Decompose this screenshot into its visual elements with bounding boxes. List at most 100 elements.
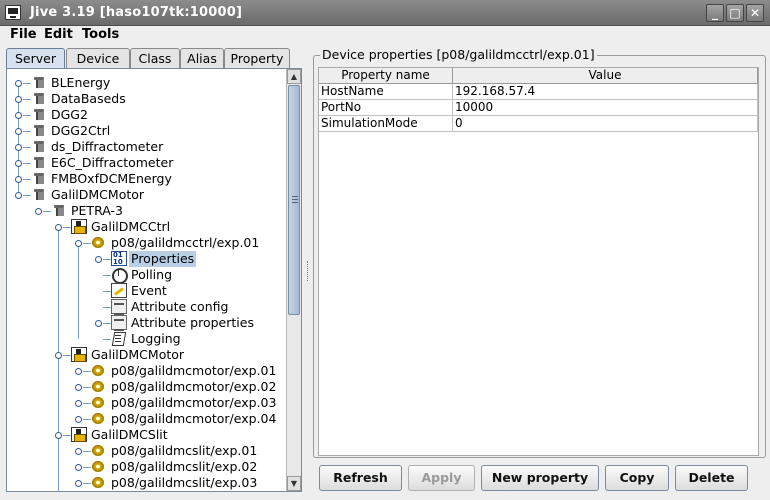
tree-server-node[interactable]: GalilDMCMotor bbox=[7, 187, 287, 203]
tree-expand-handle-icon[interactable] bbox=[75, 448, 82, 455]
copy-button[interactable]: Copy bbox=[605, 465, 669, 491]
tree-expand-handle-icon[interactable] bbox=[75, 464, 82, 471]
tree-class-node[interactable]: GalilDMCCtrl bbox=[7, 219, 287, 235]
tree-instance-node[interactable]: PETRA-3 bbox=[7, 203, 287, 219]
column-header-property-name[interactable]: Property name bbox=[319, 68, 453, 84]
tree-node-label[interactable]: GalilDMCCtrl bbox=[89, 219, 172, 235]
table-cell-value[interactable]: 0 bbox=[453, 116, 758, 132]
tree-device-child[interactable]: Polling bbox=[7, 267, 287, 284]
tree-expand-handle-icon[interactable] bbox=[15, 128, 22, 135]
menu-file[interactable]: File bbox=[10, 27, 37, 42]
tree-device-node[interactable]: p08/galildmcslit/exp.03 bbox=[7, 475, 287, 491]
tab-alias[interactable]: Alias bbox=[180, 48, 224, 69]
table-cell-name[interactable]: SimulationMode bbox=[319, 116, 453, 132]
tree-node-label[interactable]: p08/galildmcmotor/exp.04 bbox=[109, 411, 278, 427]
tab-property[interactable]: Property bbox=[224, 48, 290, 69]
tree-expand-handle-icon[interactable] bbox=[15, 96, 22, 103]
tree-device-node[interactable]: p08/galildmcmotor/exp.02 bbox=[7, 379, 287, 395]
tree-server-node[interactable]: DGG2 bbox=[7, 107, 287, 123]
tree-node-label[interactable]: PETRA-3 bbox=[69, 203, 125, 219]
tree-expand-handle-icon[interactable] bbox=[95, 320, 102, 327]
tree-node-label[interactable]: Attribute config bbox=[129, 299, 230, 315]
tree-node-label[interactable]: p08/galildmcmotor/exp.03 bbox=[109, 395, 278, 411]
tree-class-node[interactable]: GalilDMCMotor bbox=[7, 347, 287, 363]
tree-device-node[interactable]: p08/galildmcmotor/exp.04 bbox=[7, 411, 287, 427]
table-cell-value[interactable]: 10000 bbox=[453, 100, 758, 116]
tree-node-label[interactable]: p08/galildmcctrl/exp.01 bbox=[109, 235, 261, 251]
tree-vertical-scrollbar[interactable]: ▲ ▼ bbox=[286, 69, 301, 491]
tree-device-node[interactable]: p08/galildmcslit/exp.01 bbox=[7, 443, 287, 459]
tree-node-label[interactable]: GalilDMCSlit bbox=[89, 427, 170, 443]
maximize-button[interactable]: □ bbox=[726, 4, 744, 22]
table-cell-name[interactable]: PortNo bbox=[319, 100, 453, 116]
tree-node-label[interactable]: FMBOxfDCMEnergy bbox=[49, 171, 174, 187]
tree-node-label[interactable]: DataBaseds bbox=[49, 91, 128, 107]
tree-server-node[interactable]: BLEnergy bbox=[7, 75, 287, 91]
tree-node-label[interactable]: p08/galildmcmotor/exp.02 bbox=[109, 379, 278, 395]
tree-node-label[interactable]: BLEnergy bbox=[49, 75, 112, 91]
refresh-button[interactable]: Refresh bbox=[319, 465, 402, 491]
tree-device-node[interactable]: p08/galildmcmotor/exp.01 bbox=[7, 363, 287, 379]
tree-device-child[interactable]: Properties bbox=[7, 251, 287, 267]
tree-expand-handle-icon[interactable] bbox=[15, 160, 22, 167]
tree-server-node[interactable]: ds_Diffractometer bbox=[7, 139, 287, 155]
tree-expand-handle-icon[interactable] bbox=[55, 352, 62, 359]
tree-expand-handle-icon[interactable] bbox=[55, 432, 62, 439]
tree-expand-handle-icon[interactable] bbox=[15, 80, 22, 87]
tree-device-child[interactable]: Attribute config bbox=[7, 299, 287, 315]
apply-button[interactable]: Apply bbox=[408, 465, 475, 491]
tree-device-node[interactable]: p08/galildmcctrl/exp.01 bbox=[7, 235, 287, 251]
tree-node-label[interactable]: Logging bbox=[129, 331, 183, 347]
tree-server-node[interactable]: E6C_Diffractometer bbox=[7, 155, 287, 171]
tree-server-node[interactable]: DGG2Ctrl bbox=[7, 123, 287, 139]
scroll-up-arrow-icon[interactable]: ▲ bbox=[287, 69, 301, 84]
tree-expand-handle-icon[interactable] bbox=[75, 384, 82, 391]
tree-node-label[interactable]: Attribute properties bbox=[129, 315, 256, 331]
menu-tools[interactable]: Tools bbox=[82, 27, 119, 42]
table-cell-value[interactable]: 192.168.57.4 bbox=[453, 84, 758, 100]
tree-device-child[interactable]: Event bbox=[7, 283, 287, 299]
tree-device-child[interactable]: Attribute properties bbox=[7, 315, 287, 331]
table-cell-name[interactable]: HostName bbox=[319, 84, 453, 100]
tree-expand-handle-icon[interactable] bbox=[35, 208, 42, 215]
tree-node-label[interactable]: p08/galildmcslit/exp.02 bbox=[109, 459, 259, 475]
tree-node-label[interactable]: GalilDMCMotor bbox=[89, 347, 186, 363]
tree-node-label[interactable]: E6C_Diffractometer bbox=[49, 155, 175, 171]
minimize-button[interactable]: _ bbox=[706, 4, 724, 22]
delete-button[interactable]: Delete bbox=[675, 465, 748, 491]
tree-device-child[interactable]: Logging bbox=[7, 331, 287, 347]
tree-expand-handle-icon[interactable] bbox=[55, 224, 62, 231]
tree-node-label[interactable]: DGG2 bbox=[49, 107, 90, 123]
tree-expand-handle-icon[interactable] bbox=[15, 144, 22, 151]
tree-node-label[interactable]: GalilDMCMotor bbox=[49, 187, 146, 203]
tree-expand-handle-icon[interactable] bbox=[95, 256, 102, 263]
menu-edit[interactable]: Edit bbox=[44, 27, 73, 42]
tree-expand-handle-icon[interactable] bbox=[15, 176, 22, 183]
tree-expand-handle-icon[interactable] bbox=[75, 400, 82, 407]
tree-server-node[interactable]: DataBaseds bbox=[7, 91, 287, 107]
tree-node-label[interactable]: p08/galildmcslit/exp.01 bbox=[109, 443, 259, 459]
tree-node-label[interactable]: Properties bbox=[129, 251, 197, 267]
tree-node-label[interactable]: Polling bbox=[129, 267, 174, 283]
tree-expand-handle-icon[interactable] bbox=[75, 480, 82, 487]
tree-node-label[interactable]: DGG2Ctrl bbox=[49, 123, 112, 139]
tree-node-label[interactable]: ds_Diffractometer bbox=[49, 139, 165, 155]
server-tree[interactable]: BLEnergy DataBaseds DGG2 DGG2Ctrl ds_Diffrac… bbox=[7, 69, 287, 491]
tree-device-node[interactable]: p08/galildmcslit/exp.02 bbox=[7, 459, 287, 475]
tree-node-label[interactable]: p08/galildmcslit/exp.03 bbox=[109, 475, 259, 491]
tab-server[interactable]: Server bbox=[6, 48, 65, 69]
tab-device[interactable]: Device bbox=[66, 48, 130, 69]
scroll-thumb[interactable] bbox=[288, 85, 300, 315]
tree-server-node[interactable]: FMBOxfDCMEnergy bbox=[7, 171, 287, 187]
scroll-down-arrow-icon[interactable]: ▼ bbox=[287, 476, 301, 491]
tree-expand-handle-icon[interactable] bbox=[75, 416, 82, 423]
close-button[interactable]: ✕ bbox=[746, 4, 764, 22]
tree-class-node[interactable]: GalilDMCSlit bbox=[7, 427, 287, 443]
tree-expand-handle-icon[interactable] bbox=[75, 240, 82, 247]
tree-node-label[interactable]: p08/galildmcmotor/exp.01 bbox=[109, 363, 278, 379]
split-pane-divider[interactable] bbox=[305, 46, 311, 496]
tab-class[interactable]: Class bbox=[130, 48, 180, 69]
new-property-button[interactable]: New property bbox=[481, 465, 599, 491]
tree-device-node[interactable]: p08/galildmcmotor/exp.03 bbox=[7, 395, 287, 411]
tree-expand-handle-icon[interactable] bbox=[75, 368, 82, 375]
